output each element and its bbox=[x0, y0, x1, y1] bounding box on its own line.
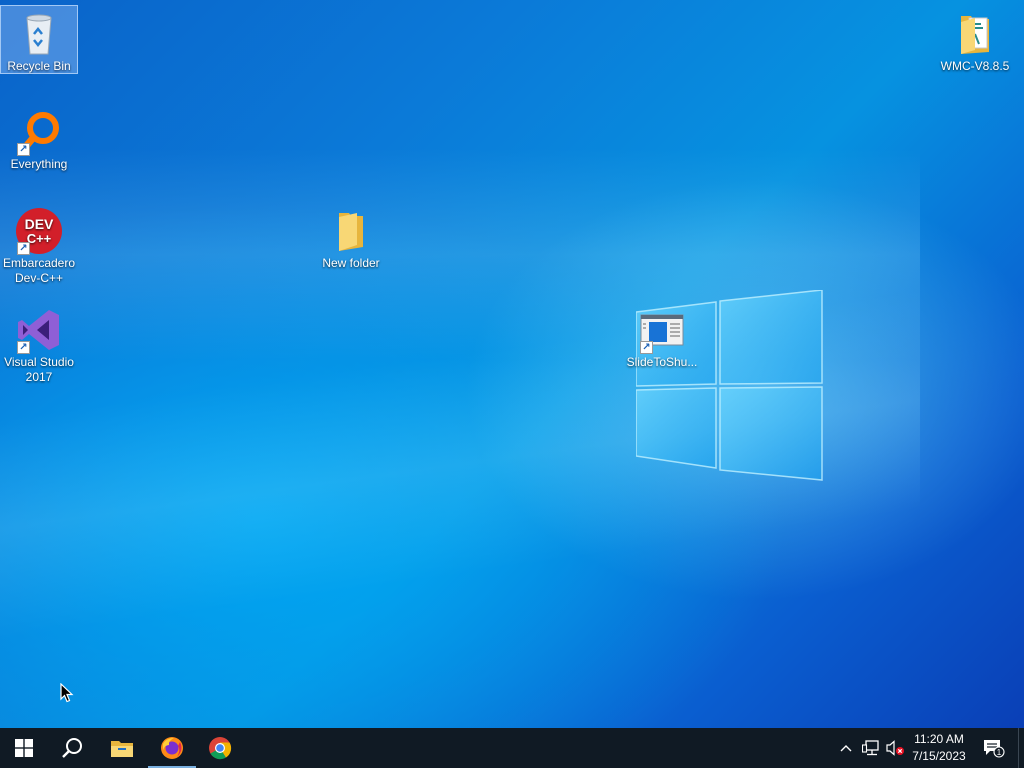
start-button[interactable] bbox=[0, 728, 48, 768]
firefox-icon bbox=[161, 737, 183, 759]
search-button[interactable] bbox=[48, 728, 96, 768]
desktop-background[interactable]: Recycle Bin ↗ Everything DEV C++ ↗ Embar… bbox=[0, 0, 1024, 728]
new-folder-label: New folder bbox=[322, 256, 380, 270]
shortcut-arrow-icon: ↗ bbox=[640, 341, 653, 354]
everything-shortcut[interactable]: ↗ Everything bbox=[1, 104, 77, 172]
folder-icon bbox=[961, 16, 989, 54]
devcpp-icon-text-cpp: C++ bbox=[27, 231, 52, 246]
wmc-folder-label: WMC-V8.8.5 bbox=[940, 59, 1010, 73]
recycle-bin-shortcut[interactable]: Recycle Bin bbox=[0, 5, 78, 74]
volume-button[interactable] bbox=[884, 728, 906, 768]
devcpp-shortcut[interactable]: DEV C++ ↗ Embarcadero Dev-C++ bbox=[1, 203, 77, 286]
chrome-icon bbox=[209, 737, 232, 760]
notification-count: 1 bbox=[997, 748, 1002, 757]
taskbar-chrome[interactable] bbox=[196, 728, 244, 768]
new-folder-item[interactable]: New folder bbox=[313, 203, 389, 271]
visual-studio-shortcut[interactable]: ↗ Visual Studio 2017 bbox=[1, 302, 77, 385]
shortcut-arrow-icon: ↗ bbox=[17, 143, 30, 156]
wmc-folder-item[interactable]: WMC-V8.8.5 bbox=[937, 6, 1013, 74]
search-icon bbox=[62, 738, 82, 758]
mouse-cursor-icon bbox=[60, 683, 74, 703]
chevron-up-icon bbox=[840, 745, 852, 752]
everything-label: Everything bbox=[10, 157, 68, 171]
show-desktop-button[interactable] bbox=[1018, 728, 1024, 768]
devcpp-icon-text-dev: DEV bbox=[25, 216, 54, 232]
slidetoshutdown-shortcut[interactable]: ↗ SlideToShu... bbox=[624, 302, 700, 370]
network-icon bbox=[862, 740, 879, 756]
slidetoshutdown-label: SlideToShu... bbox=[626, 355, 698, 369]
visual-studio-label: Visual Studio 2017 bbox=[4, 355, 74, 384]
network-button[interactable] bbox=[860, 728, 882, 768]
clock-time: 11:20 AM bbox=[914, 732, 964, 746]
taskbar-file-explorer[interactable] bbox=[98, 728, 146, 768]
shortcut-arrow-icon: ↗ bbox=[17, 242, 30, 255]
shortcut-arrow-icon: ↗ bbox=[17, 341, 30, 354]
recycle-bin-icon bbox=[26, 14, 52, 55]
clock[interactable]: 11:20 AM 7/15/2023 bbox=[905, 731, 973, 765]
taskbar-firefox[interactable] bbox=[148, 728, 196, 768]
notifications-icon: 1 bbox=[984, 740, 1005, 758]
folder-icon bbox=[339, 213, 363, 251]
action-center-button[interactable]: 1 bbox=[980, 728, 1008, 768]
start-icon bbox=[15, 739, 33, 757]
clock-date: 7/15/2023 bbox=[912, 749, 966, 763]
devcpp-label: Embarcadero Dev-C++ bbox=[2, 256, 76, 285]
tray-overflow-button[interactable] bbox=[836, 728, 856, 768]
taskbar: 11:20 AM 7/15/2023 1 bbox=[0, 728, 1024, 768]
file-explorer-icon bbox=[111, 741, 133, 757]
volume-muted-icon bbox=[886, 740, 904, 756]
recycle-bin-label: Recycle Bin bbox=[7, 59, 71, 73]
